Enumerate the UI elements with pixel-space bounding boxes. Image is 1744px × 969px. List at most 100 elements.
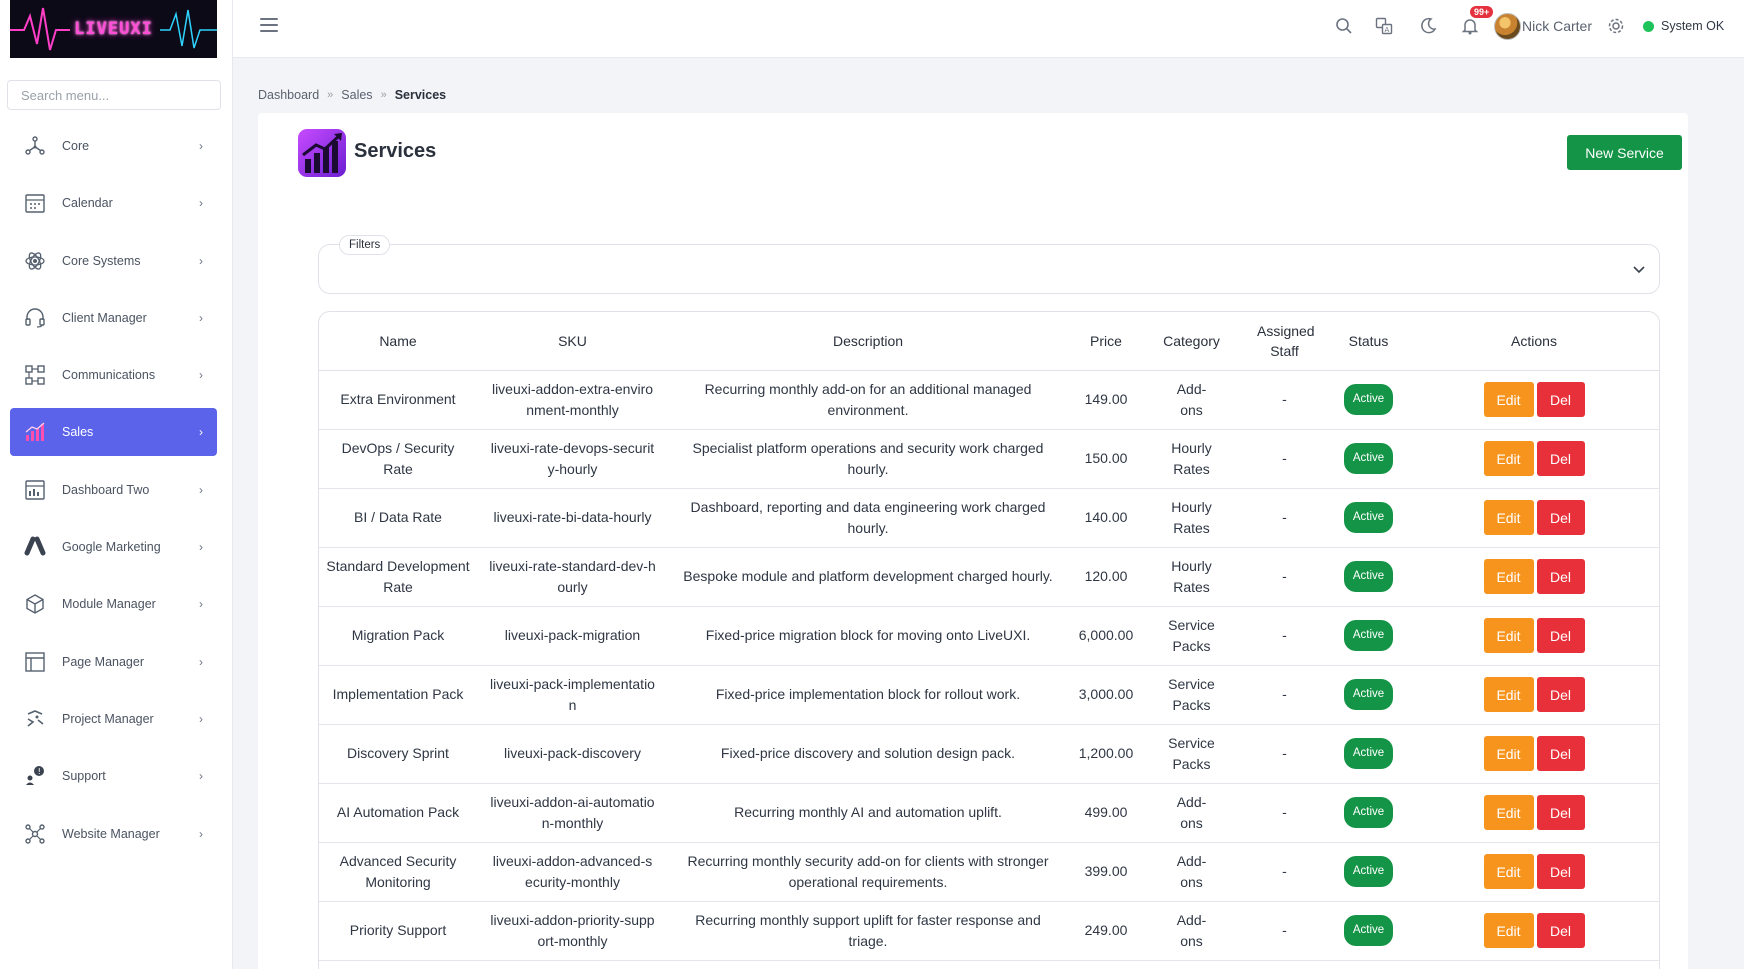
project-icon bbox=[22, 706, 48, 732]
cell-assigned-staff: - bbox=[1239, 665, 1330, 725]
cell-sku: liveuxi-pack-discovery bbox=[477, 724, 668, 784]
column-header-actions[interactable]: Actions bbox=[1407, 312, 1659, 371]
cell-name: Implementation Pack bbox=[319, 665, 477, 725]
avatar[interactable] bbox=[1494, 13, 1521, 40]
cell-status: Active bbox=[1330, 724, 1407, 784]
calendar-icon bbox=[22, 190, 48, 216]
chevron-right-icon: › bbox=[199, 540, 203, 555]
cell-price: 249.00 bbox=[1068, 901, 1144, 961]
sidebar-item-sales[interactable]: Sales › bbox=[10, 408, 217, 457]
column-header-description[interactable]: Description bbox=[668, 312, 1068, 371]
edit-button[interactable]: Edit bbox=[1483, 618, 1534, 653]
edit-button[interactable]: Edit bbox=[1483, 500, 1534, 535]
delete-button[interactable]: Del bbox=[1536, 382, 1585, 417]
edit-button[interactable]: Edit bbox=[1483, 559, 1534, 594]
cell-sku: liveuxi-pack-implementation bbox=[477, 665, 668, 725]
edit-button[interactable]: Edit bbox=[1483, 854, 1534, 889]
cell-assigned-staff: - bbox=[1239, 547, 1330, 607]
column-header-category[interactable]: Category bbox=[1144, 312, 1239, 371]
sidebar-item-core[interactable]: Core › bbox=[10, 122, 217, 170]
edit-button[interactable]: Edit bbox=[1483, 382, 1534, 417]
sidebar-item-label: Client Manager bbox=[62, 310, 147, 325]
cell-name: Standard Development Rate bbox=[319, 547, 477, 607]
sidebar-item-page-manager[interactable]: Page Manager › bbox=[10, 638, 217, 686]
breadcrumb-sales[interactable]: Sales bbox=[341, 88, 372, 102]
cell-category: Service Packs bbox=[1144, 606, 1239, 666]
support-icon: ! bbox=[22, 763, 48, 789]
cell-actions: Edit Del bbox=[1407, 724, 1659, 784]
sidebar-item-client-manager[interactable]: Client Manager › bbox=[10, 294, 217, 342]
delete-button[interactable]: Del bbox=[1536, 736, 1585, 771]
notifications-bell-icon[interactable] bbox=[1459, 15, 1481, 37]
delete-button[interactable]: Del bbox=[1536, 854, 1585, 889]
sidebar-item-google-marketing[interactable]: Google Marketing › bbox=[10, 523, 217, 571]
molecule-icon bbox=[22, 821, 48, 847]
column-header-sku[interactable]: SKU bbox=[477, 312, 668, 371]
sidebar-item-support[interactable]: ! Support › bbox=[10, 752, 217, 800]
delete-button[interactable]: Del bbox=[1536, 441, 1585, 476]
delete-button[interactable]: Del bbox=[1536, 913, 1585, 948]
cell-description: Fixed-price implementation block for rol… bbox=[668, 665, 1068, 725]
cell-sku: liveuxi-addon-priority-support-monthly bbox=[477, 901, 668, 961]
delete-button[interactable]: Del bbox=[1536, 618, 1585, 653]
chevron-right-icon: › bbox=[199, 826, 203, 841]
new-service-button[interactable]: New Service bbox=[1567, 135, 1682, 170]
cell-sku: liveuxi-rate-devops-security-hourly bbox=[477, 429, 668, 489]
cell-status: Active bbox=[1330, 665, 1407, 725]
sidebar-item-calendar[interactable]: Calendar › bbox=[10, 179, 217, 227]
cell-assigned-staff: - bbox=[1239, 488, 1330, 548]
column-header-price[interactable]: Price bbox=[1068, 312, 1144, 371]
delete-button[interactable]: Del bbox=[1536, 677, 1585, 712]
sidebar-item-communications[interactable]: Communications › bbox=[10, 351, 217, 399]
filters-label: Filters bbox=[339, 235, 391, 255]
delete-button[interactable]: Del bbox=[1536, 795, 1585, 830]
chevron-down-icon[interactable] bbox=[1633, 261, 1645, 279]
menu-toggle-icon[interactable] bbox=[260, 18, 278, 34]
cell-category: Hourly Rates bbox=[1144, 547, 1239, 607]
filters-panel[interactable]: Filters bbox=[318, 235, 1660, 294]
delete-button[interactable]: Del bbox=[1536, 500, 1585, 535]
column-header-status[interactable]: Status bbox=[1330, 312, 1407, 371]
sidebar-item-core-systems[interactable]: Core Systems › bbox=[10, 237, 217, 285]
cell-actions: Edit Del bbox=[1407, 901, 1659, 961]
cell-description: Fixed-price migration block for moving o… bbox=[668, 606, 1068, 666]
sales-chart-icon bbox=[298, 129, 346, 177]
services-table: Name SKU Description Price Category Assigned … bbox=[319, 312, 1659, 961]
search-icon[interactable] bbox=[1333, 15, 1355, 37]
cell-price: 499.00 bbox=[1068, 783, 1144, 843]
chevron-right-icon: › bbox=[199, 482, 203, 497]
dark-mode-icon[interactable] bbox=[1417, 15, 1439, 37]
sidebar-item-project-manager[interactable]: Project Manager › bbox=[10, 695, 217, 743]
sidebar-item-website-manager[interactable]: Website Manager › bbox=[10, 810, 217, 858]
sidebar-item-module-manager[interactable]: Module Manager › bbox=[10, 580, 217, 628]
edit-button[interactable]: Edit bbox=[1483, 913, 1534, 948]
sidebar-item-label: Calendar bbox=[62, 196, 113, 211]
breadcrumb-dashboard[interactable]: Dashboard bbox=[258, 88, 319, 102]
column-header-assigned-staff[interactable]: Assigned Staff bbox=[1239, 312, 1330, 371]
cell-description: Dashboard, reporting and data engineerin… bbox=[668, 488, 1068, 548]
breadcrumb-separator-icon: » bbox=[380, 89, 387, 101]
cell-price: 399.00 bbox=[1068, 842, 1144, 902]
edit-button[interactable]: Edit bbox=[1483, 677, 1534, 712]
user-name[interactable]: Nick Carter bbox=[1522, 18, 1592, 34]
google-ads-icon bbox=[22, 534, 48, 560]
translate-icon[interactable]: A bbox=[1373, 15, 1395, 37]
search-menu-input[interactable] bbox=[7, 80, 221, 110]
cell-description: Recurring monthly security add-on for cl… bbox=[668, 842, 1068, 902]
edit-button[interactable]: Edit bbox=[1483, 795, 1534, 830]
column-header-name[interactable]: Name bbox=[319, 312, 477, 371]
edit-button[interactable]: Edit bbox=[1483, 736, 1534, 771]
delete-button[interactable]: Del bbox=[1536, 559, 1585, 594]
sidebar-item-label: Dashboard Two bbox=[62, 482, 150, 497]
table-row: AI Automation Pack liveuxi-addon-ai-autom… bbox=[319, 783, 1659, 843]
edit-button[interactable]: Edit bbox=[1483, 441, 1534, 476]
status-badge: Active bbox=[1343, 620, 1394, 651]
table-header-row: Name SKU Description Price Category Assigned … bbox=[319, 312, 1659, 371]
sidebar-item-label: Page Manager bbox=[62, 654, 145, 669]
app-logo[interactable]: LIVEUXI bbox=[10, 0, 217, 58]
sidebar-item-dashboard-two[interactable]: Dashboard Two › bbox=[10, 466, 217, 514]
cell-name: Priority Support bbox=[319, 901, 477, 961]
status-badge: Active bbox=[1343, 915, 1394, 946]
cell-sku: liveuxi-pack-migration bbox=[477, 606, 668, 666]
gear-icon[interactable] bbox=[1605, 15, 1627, 37]
